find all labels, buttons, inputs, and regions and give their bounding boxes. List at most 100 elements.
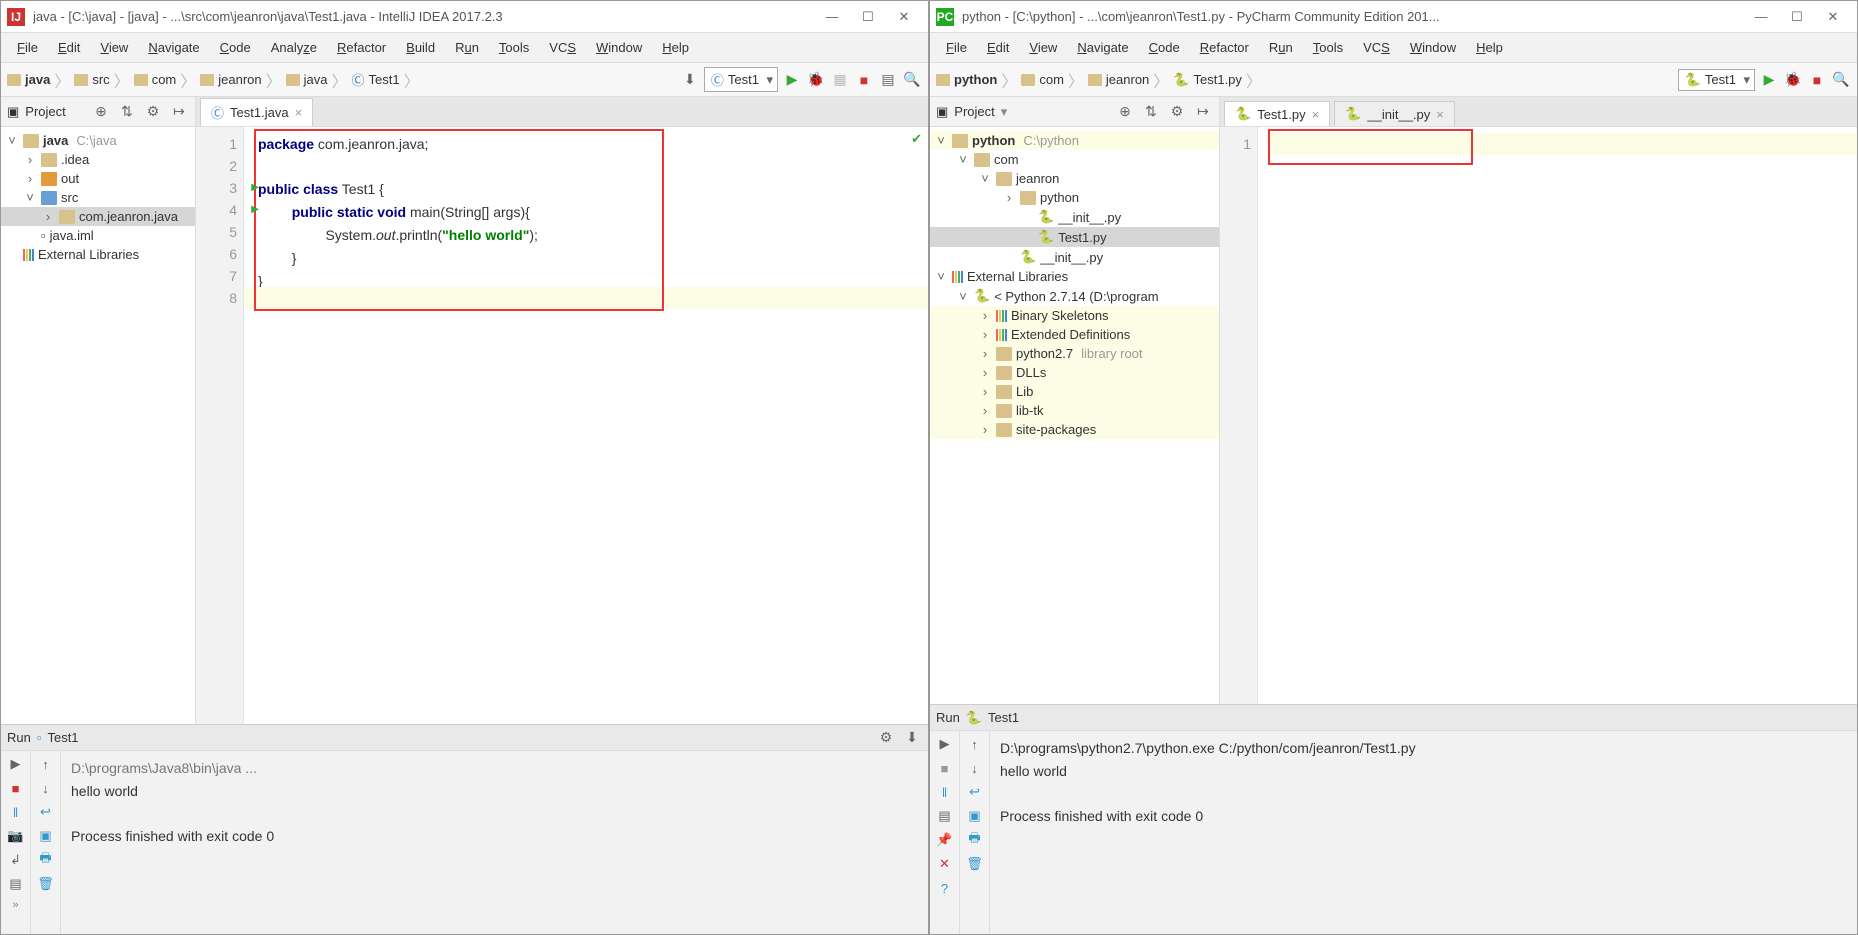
tab-close-icon[interactable]: × [1312,107,1320,122]
project-header[interactable]: ▣Project▾ ⊕ ⇅ ↦ [930,97,1219,127]
code-content-left[interactable]: package com.jeanron.java; public class T… [244,127,928,724]
project-tree-right[interactable]: ˅pythonC:\python ˅com ˅jeanron ›python 🐍… [930,127,1219,704]
menu-code[interactable]: Code [1139,36,1190,59]
close-button[interactable]: ✕ [886,5,922,29]
console-right[interactable]: D:\programs\python2.7\python.exe C:/pyth… [990,731,1857,934]
menu-edit[interactable]: Edit [977,36,1019,59]
menu-navigate[interactable]: Navigate [138,36,209,59]
menu-run[interactable]: Run [1259,36,1303,59]
tab-close-icon[interactable]: × [295,105,303,120]
breadcrumb[interactable]: ⒸTest1〉 [352,68,420,92]
trash-icon[interactable]: 🗑 [37,875,55,893]
close-button[interactable]: ✕ [1815,5,1851,29]
make-icon[interactable]: ⬇ [680,70,700,90]
breadcrumb[interactable]: java〉 [286,68,348,92]
menu-view[interactable]: View [1019,36,1067,59]
search-icon[interactable]: 🔍 [1831,70,1851,90]
sort-icon[interactable]: ⇅ [1141,102,1161,122]
breadcrumb[interactable]: python〉 [936,68,1017,92]
stop-icon[interactable]: ■ [936,759,954,777]
menu-build[interactable]: Build [396,36,445,59]
rerun-icon[interactable]: ▶ [7,755,25,773]
wrap-icon[interactable]: ↩ [37,803,55,821]
layout-icon[interactable]: ▤ [7,875,25,893]
breadcrumb[interactable]: src〉 [74,68,129,92]
stop-icon[interactable]: ■ [1807,70,1827,90]
print-icon[interactable]: 🖶 [966,831,984,849]
run-config-select[interactable]: ⒸTest1 [704,67,778,92]
menu-analyze[interactable]: Analyze [261,36,327,59]
project-tree-left[interactable]: ˅javaC:\java ›.idea ›out ˅src ›com.jeanr… [1,127,195,724]
console-left[interactable]: D:\programs\Java8\bin\java ... hello wor… [61,751,928,934]
sort-icon[interactable]: ⇅ [117,102,137,122]
maximize-button[interactable]: ☐ [1779,5,1815,29]
more-icon[interactable]: » [12,899,18,911]
gear-icon[interactable] [1167,102,1187,122]
code-editor-right[interactable]: 1 print "hello world" [1220,127,1857,704]
breadcrumb[interactable]: jeanron〉 [200,68,281,92]
search-icon[interactable]: 🔍 [902,70,922,90]
menu-help[interactable]: Help [652,36,699,59]
scroll-icon[interactable]: ▣ [966,807,984,825]
run-icon[interactable]: ▶ [1759,70,1779,90]
down-icon[interactable]: ↓ [37,779,55,797]
menu-tools[interactable]: Tools [1303,36,1353,59]
run-config-select[interactable]: 🐍Test1 [1678,69,1755,91]
minimize-button[interactable]: ― [1743,5,1779,29]
menu-code[interactable]: Code [210,36,261,59]
breadcrumb[interactable]: com〉 [134,68,197,92]
menu-refactor[interactable]: Refactor [1190,36,1259,59]
camera-icon[interactable]: 📷 [7,827,25,845]
gear-icon[interactable] [143,102,163,122]
pin-icon[interactable]: 📌 [936,831,954,849]
coverage-icon[interactable]: ▦ [830,70,850,90]
run-icon[interactable]: ▶ [782,70,802,90]
breadcrumb[interactable]: com〉 [1021,68,1084,92]
wrap-icon[interactable]: ↩ [966,783,984,801]
menu-vcs[interactable]: VCS [1353,36,1400,59]
close-icon[interactable]: ✕ [936,855,954,873]
scroll-target-icon[interactable]: ⊕ [91,102,111,122]
help-icon[interactable]: ? [936,879,954,897]
menu-navigate[interactable]: Navigate [1067,36,1138,59]
up-icon[interactable]: ↑ [966,735,984,753]
gear-icon[interactable] [876,728,896,748]
project-header[interactable]: ▣Project ⊕ ⇅ ↦ [1,97,195,127]
minimize-button[interactable]: ― [814,5,850,29]
tab-test1-java[interactable]: ⒸTest1.java× [200,98,313,126]
up-icon[interactable]: ↑ [37,755,55,773]
tab-test1-py[interactable]: 🐍Test1.py× [1224,101,1330,126]
breadcrumb[interactable]: jeanron〉 [1088,68,1169,92]
menu-refactor[interactable]: Refactor [327,36,396,59]
menu-tools[interactable]: Tools [489,36,539,59]
menu-file[interactable]: File [936,36,977,59]
debug-icon[interactable]: 🐞 [806,70,826,90]
code-content-right[interactable]: print "hello world" [1258,127,1857,704]
layout-icon[interactable]: ▤ [936,807,954,825]
code-editor-left[interactable]: 12 34 56 78 package com.jeanron.java; pu… [196,127,928,724]
structure-icon[interactable]: ▤ [878,70,898,90]
menu-edit[interactable]: Edit [48,36,90,59]
maximize-button[interactable]: ☐ [850,5,886,29]
stop-icon[interactable]: ■ [7,779,25,797]
menu-file[interactable]: File [7,36,48,59]
menu-help[interactable]: Help [1466,36,1513,59]
collapse-icon[interactable]: ↦ [169,102,189,122]
menu-view[interactable]: View [90,36,138,59]
menu-window[interactable]: Window [1400,36,1466,59]
rerun-icon[interactable]: ▶ [936,735,954,753]
scroll-target-icon[interactable]: ⊕ [1115,102,1135,122]
exit-icon[interactable]: ↲ [7,851,25,869]
breadcrumb[interactable]: 🐍Test1.py〉 [1173,68,1262,92]
trash-icon[interactable]: 🗑 [966,855,984,873]
menu-run[interactable]: Run [445,36,489,59]
down-icon[interactable]: ↓ [966,759,984,777]
download-icon[interactable] [902,728,922,748]
breadcrumb[interactable]: java〉 [7,68,70,92]
menu-window[interactable]: Window [586,36,652,59]
collapse-icon[interactable]: ↦ [1193,102,1213,122]
pause-icon[interactable]: ‖ [7,803,25,821]
pause-icon[interactable]: ‖ [936,783,954,801]
scroll-icon[interactable]: ▣ [37,827,55,845]
menu-vcs[interactable]: VCS [539,36,586,59]
